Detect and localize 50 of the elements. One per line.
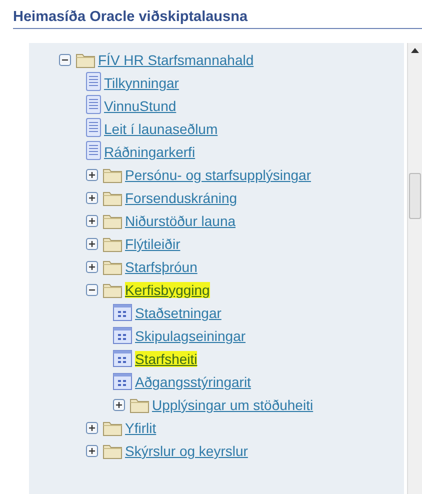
folder-icon [103, 443, 122, 459]
collapse-icon[interactable] [86, 284, 98, 296]
folder-link[interactable]: Persónu- og starfsupplýsingar [125, 167, 311, 183]
menu-link[interactable]: Ráðningarkerfi [104, 144, 196, 160]
scrollbar[interactable] [407, 43, 422, 494]
menu-link[interactable]: Starfsheiti [135, 351, 198, 367]
folder-link[interactable]: Flýtileiðir [125, 236, 180, 252]
expand-icon[interactable] [86, 261, 98, 273]
folder-icon [130, 397, 149, 413]
folder-icon [103, 190, 122, 206]
folder-link[interactable]: Starfsþróun [125, 259, 198, 275]
document-icon [86, 72, 101, 91]
folder-icon [103, 213, 122, 229]
folder-icon [103, 282, 122, 298]
folder-link[interactable]: Skýrslur og keyrslur [125, 443, 248, 459]
window-icon [113, 304, 132, 321]
page-title: Heimasíða Oracle viðskiptalausna [13, 9, 248, 25]
expand-icon[interactable] [86, 445, 98, 457]
expand-icon[interactable] [86, 422, 98, 434]
expand-icon[interactable] [86, 169, 98, 181]
folder-link[interactable]: Kerfisbygging [125, 282, 210, 298]
document-icon [86, 95, 101, 114]
folder-link[interactable]: Niðurstöður launa [125, 213, 236, 229]
document-icon [86, 141, 101, 160]
expand-icon[interactable] [86, 192, 98, 204]
scroll-thumb[interactable] [409, 173, 421, 219]
menu-link[interactable]: VinnuStund [104, 98, 176, 114]
folder-link[interactable]: Upplýsingar um stöðuheiti [152, 397, 314, 413]
menu-link[interactable]: Skipulagseiningar [135, 328, 246, 344]
menu-link[interactable]: Tilkynningar [104, 75, 179, 91]
folder-icon [103, 420, 122, 436]
scroll-up-icon[interactable] [411, 48, 420, 53]
folder-icon [103, 167, 122, 183]
window-icon [113, 350, 132, 367]
expand-icon[interactable] [86, 238, 98, 250]
window-icon [113, 327, 132, 344]
document-icon [86, 118, 101, 137]
folder-icon [103, 236, 122, 252]
menu-link[interactable]: Leit í launaseðlum [104, 121, 218, 137]
expand-icon[interactable] [86, 215, 98, 227]
folder-link[interactable]: Forsenduskráning [125, 190, 238, 206]
expand-icon[interactable] [113, 399, 125, 411]
collapse-icon[interactable] [59, 54, 71, 66]
folder-link[interactable]: FÍV HR Starfsmannahald [98, 52, 254, 68]
folder-icon [76, 52, 95, 68]
menu-link[interactable]: Aðgangsstýringarit [135, 374, 251, 390]
menu-link[interactable]: Staðsetningar [135, 305, 222, 321]
folder-link[interactable]: Yfirlit [125, 420, 156, 436]
folder-icon [103, 259, 122, 275]
window-icon [113, 373, 132, 390]
